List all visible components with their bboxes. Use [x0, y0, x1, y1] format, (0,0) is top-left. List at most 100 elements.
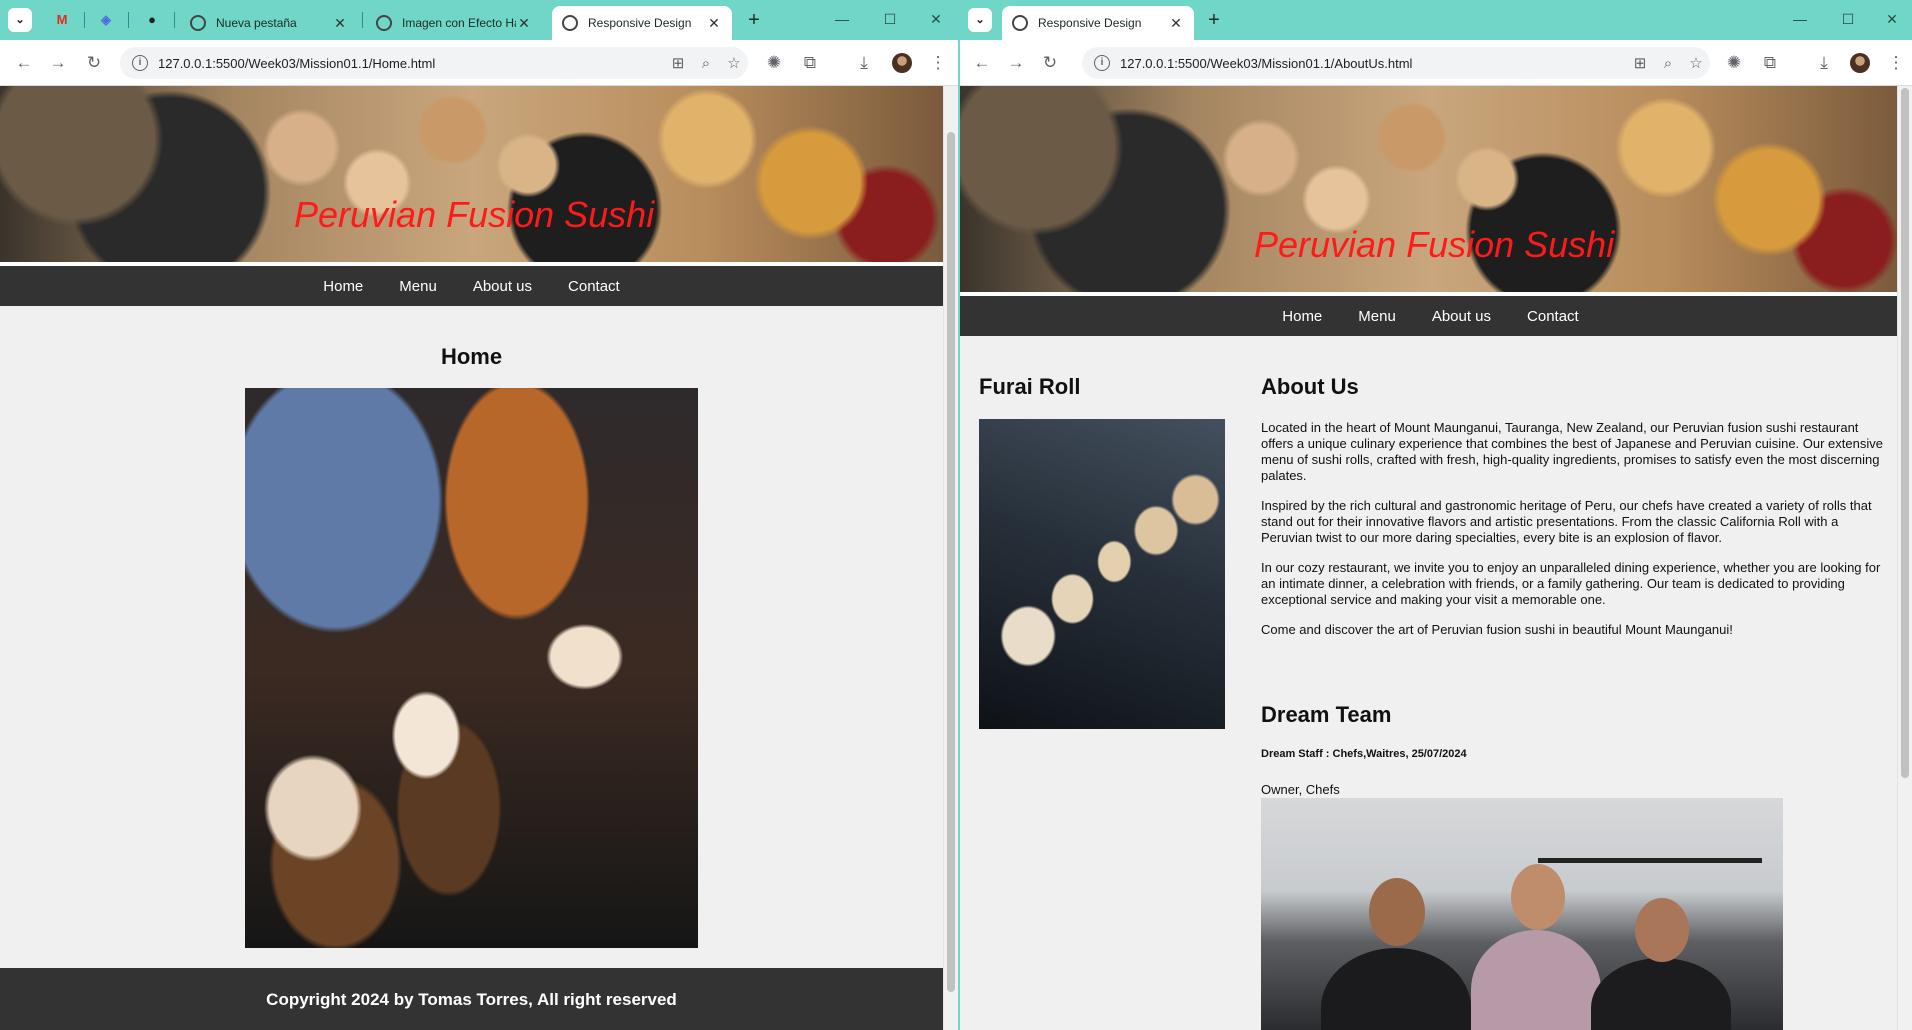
team-subtitle: Dream Staff : Chefs,Waitres, 25/07/2024 [1261, 748, 1467, 760]
close-window-icon[interactable]: ✕ [916, 8, 956, 32]
page-title: Home [440, 344, 503, 369]
about-heading: About Us [1261, 374, 1359, 399]
plus-icon[interactable]: + [1202, 9, 1226, 33]
reload-icon[interactable]: ↻ [1038, 51, 1062, 75]
tab-title: Responsive Design [588, 16, 692, 30]
profile-avatar[interactable] [892, 53, 912, 73]
about-paragraph: Located in the heart of Mount Maunganui,… [1261, 420, 1883, 483]
github-icon[interactable]: ● [142, 10, 162, 30]
translate-icon[interactable]: ⊞ [1626, 54, 1654, 72]
close-icon[interactable]: ✕ [332, 15, 348, 32]
tab-imagen-efecto[interactable]: Imagen con Efecto Ha ✕ [366, 6, 542, 40]
nav-home[interactable]: Home [1282, 308, 1322, 325]
tab-strip: ⌄ M ◈ ● Nueva pestaña ✕ Imagen con Efect… [0, 0, 958, 40]
translate-icon[interactable]: ⊞ [664, 54, 692, 72]
owner-head [1511, 864, 1565, 930]
scrollbar[interactable] [943, 86, 958, 1030]
info-icon[interactable]: i [1094, 55, 1110, 71]
hero-title: Peruvian Fusion Sushi [294, 194, 655, 235]
zoom-icon[interactable]: ⌕ [692, 55, 720, 72]
tab-title: Responsive Design [1038, 16, 1142, 30]
furai-roll-photo [979, 419, 1225, 729]
address-bar[interactable]: i 127.0.0.1:5500/Week03/Mission01.1/Abou… [1082, 47, 1710, 79]
close-window-icon[interactable]: ✕ [1872, 8, 1912, 32]
globe-icon [1012, 15, 1028, 31]
maximize-icon[interactable]: ☐ [870, 8, 910, 32]
gmail-icon[interactable]: M [52, 10, 72, 30]
hero-title: Peruvian Fusion Sushi [1254, 224, 1615, 265]
info-icon[interactable]: i [132, 55, 148, 71]
tab-search-icon[interactable]: ⌄ [968, 8, 992, 32]
forward-icon[interactable]: → [46, 51, 70, 75]
about-text: Located in the heart of Mount Maunganui,… [1261, 420, 1891, 652]
browser-window-left: ⌄ M ◈ ● Nueva pestaña ✕ Imagen con Efect… [0, 0, 958, 1030]
download-icon[interactable]: ⤓ [852, 51, 876, 75]
globe-icon [190, 15, 206, 31]
reload-icon[interactable]: ↻ [82, 51, 106, 75]
about-paragraph: Inspired by the rich cultural and gastro… [1261, 498, 1872, 545]
tab-title: Nueva pestaña [216, 16, 297, 30]
close-icon[interactable]: ✕ [1168, 15, 1184, 32]
star-icon[interactable]: ☆ [720, 54, 748, 72]
tab-responsive-design[interactable]: Responsive Design ✕ [1002, 6, 1194, 40]
tab-separator [174, 12, 175, 28]
scroll-thumb[interactable] [1901, 88, 1909, 778]
download-icon[interactable]: ⤓ [1812, 51, 1836, 75]
scrollbar[interactable] [1897, 86, 1912, 1030]
chef-left-head [1369, 878, 1425, 946]
team-caption: Owner, Chefs [1261, 782, 1340, 797]
extension-bug-icon[interactable]: ✺ [762, 51, 786, 75]
nav-menu[interactable]: Menu [1358, 308, 1396, 325]
puzzle-icon[interactable]: ⧉ [798, 51, 822, 75]
minimize-icon[interactable]: — [1780, 8, 1820, 32]
back-icon[interactable]: ← [970, 51, 994, 75]
extension-bug-icon[interactable]: ✺ [1722, 51, 1746, 75]
team-heading: Dream Team [1261, 702, 1392, 727]
tab-separator [84, 12, 85, 28]
browser-window-right: ⌄ Responsive Design ✕ + — ☐ ✕ ← → ↻ i 12… [960, 0, 1912, 1030]
tab-responsive-design[interactable]: Responsive Design ✕ [552, 6, 732, 40]
url-text[interactable]: 127.0.0.1:5500/Week03/Mission01.1/Home.h… [158, 56, 664, 71]
browser-toolbar: ← → ↻ i 127.0.0.1:5500/Week03/Mission01.… [0, 40, 958, 86]
close-icon[interactable]: ✕ [706, 15, 722, 32]
tab-search-icon[interactable]: ⌄ [8, 8, 32, 32]
plus-icon[interactable]: + [742, 9, 766, 33]
zoom-icon[interactable]: ⌕ [1654, 55, 1682, 72]
address-bar[interactable]: i 127.0.0.1:5500/Week03/Mission01.1/Home… [120, 47, 748, 79]
team-photo [1261, 798, 1783, 1030]
profile-avatar[interactable] [1850, 53, 1870, 73]
nav-contact[interactable]: Contact [568, 278, 620, 295]
shelf [1537, 858, 1763, 863]
nav-about-us[interactable]: About us [1432, 308, 1491, 325]
browser-toolbar: ← → ↻ i 127.0.0.1:5500/Week03/Mission01.… [960, 40, 1912, 86]
tab-nueva-pestana[interactable]: Nueva pestaña ✕ [180, 6, 358, 40]
site-nav: Home Menu About us Contact [960, 296, 1901, 336]
sidebar-heading: Furai Roll [979, 374, 1081, 399]
menu-dots-icon[interactable]: ⋮ [1884, 51, 1908, 75]
about-paragraph: In our cozy restaurant, we invite you to… [1261, 560, 1881, 607]
maximize-icon[interactable]: ☐ [1828, 8, 1868, 32]
sushi-photo [245, 388, 698, 948]
menu-dots-icon[interactable]: ⋮ [926, 51, 950, 75]
scroll-thumb[interactable] [947, 132, 955, 992]
page-viewport: Peruvian Fusion Sushi Home Menu About us… [0, 86, 958, 1030]
page-viewport: Peruvian Fusion Sushi Home Menu About us… [960, 86, 1912, 1030]
hero-banner-image: Peruvian Fusion Sushi [0, 86, 943, 262]
forward-icon[interactable]: → [1004, 51, 1028, 75]
nav-home[interactable]: Home [323, 278, 363, 295]
minimize-icon[interactable]: — [822, 8, 862, 32]
star-icon[interactable]: ☆ [1682, 54, 1710, 72]
close-icon[interactable]: ✕ [516, 15, 532, 32]
tab-separator [362, 12, 363, 28]
about-paragraph: Come and discover the art of Peruvian fu… [1261, 622, 1733, 637]
url-text[interactable]: 127.0.0.1:5500/Week03/Mission01.1/AboutU… [1120, 56, 1626, 71]
puzzle-icon[interactable]: ⧉ [1758, 51, 1782, 75]
nav-menu[interactable]: Menu [399, 278, 437, 295]
nav-contact[interactable]: Contact [1527, 308, 1579, 325]
chef-right-head [1635, 898, 1689, 962]
nav-about-us[interactable]: About us [473, 278, 532, 295]
owner [1471, 930, 1601, 1030]
globe-icon [376, 15, 392, 31]
drive-icon[interactable]: ◈ [96, 10, 116, 30]
back-icon[interactable]: ← [12, 51, 36, 75]
